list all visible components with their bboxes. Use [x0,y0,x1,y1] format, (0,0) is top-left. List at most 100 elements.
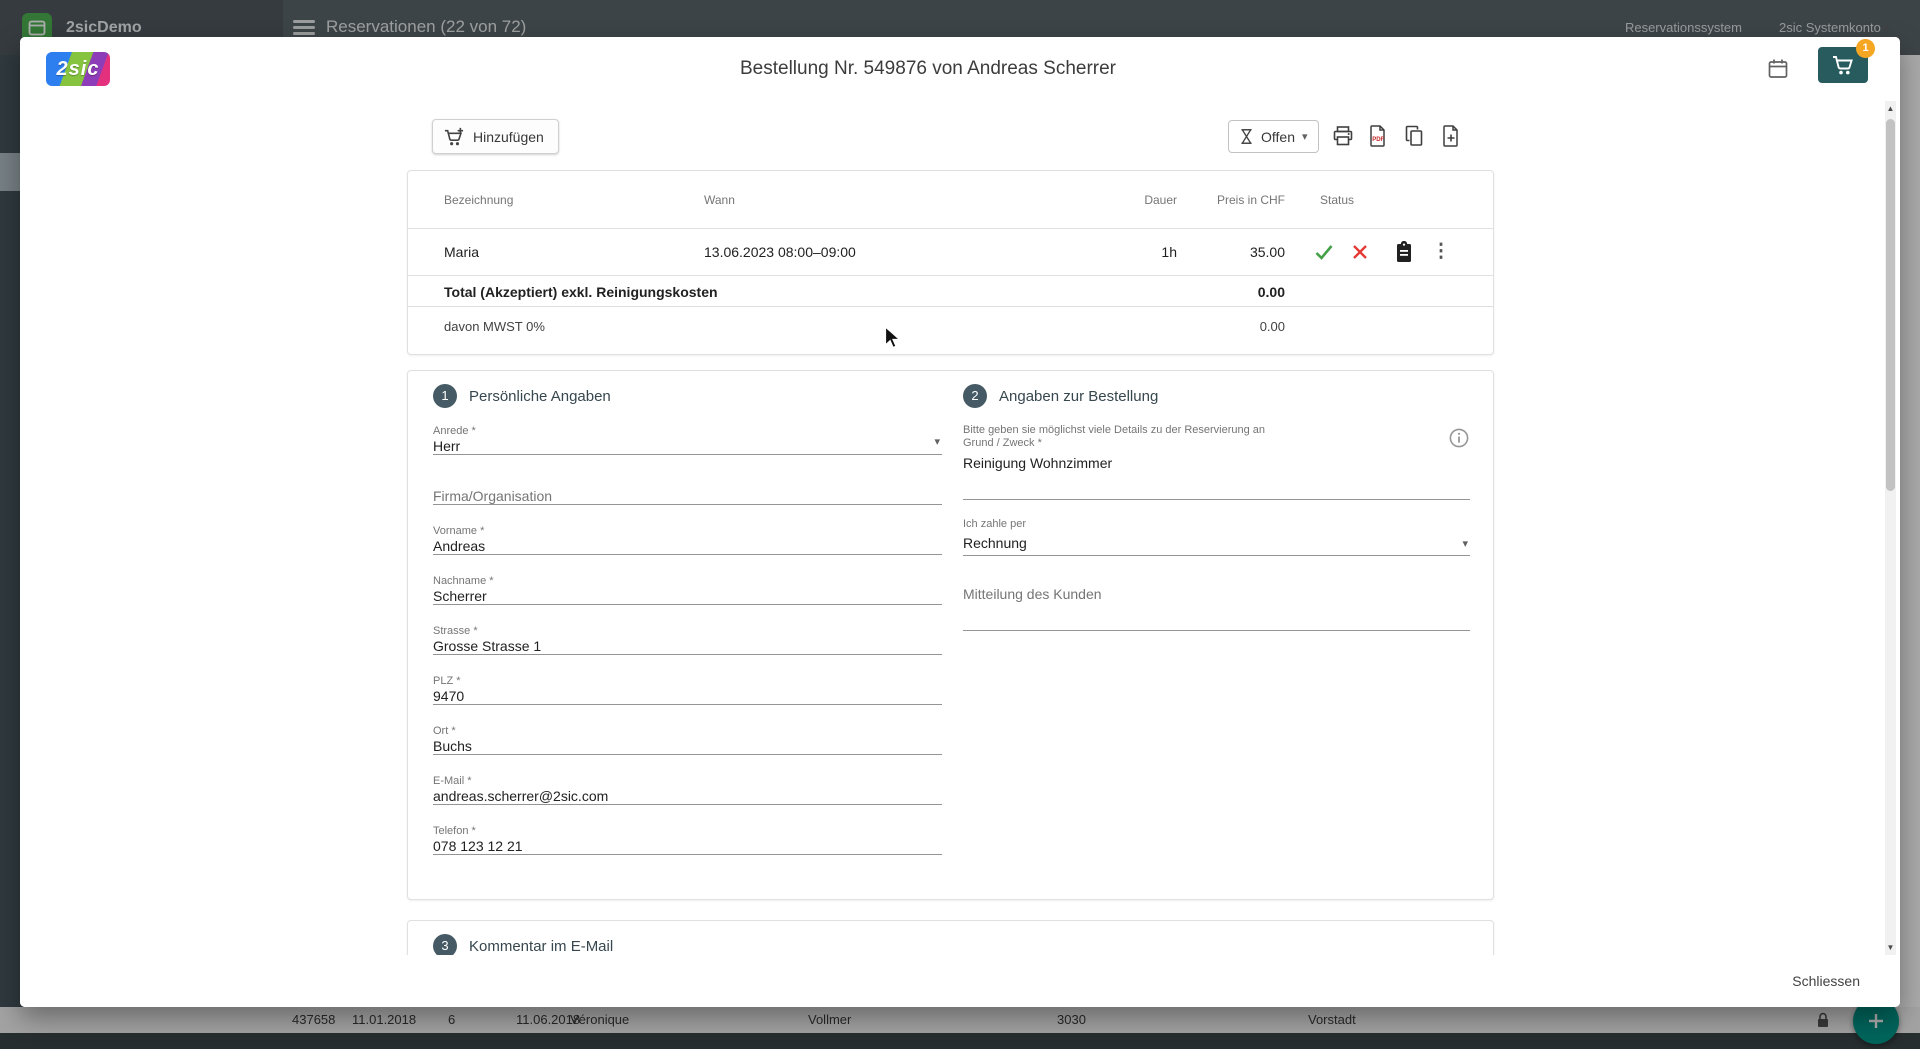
printer-icon [1331,124,1355,148]
vat-label: davon MWST 0% [444,307,545,347]
order-dialog: 2sic Bestellung Nr. 549876 von Andreas S… [20,37,1900,1007]
cell-wann: 13.06.2023 08:00–09:00 [704,229,856,275]
purpose-underline [963,499,1470,500]
field-value: andreas.scherrer@2sic.com [433,787,942,805]
pdf-button[interactable]: PDF [1361,119,1395,153]
scrollbar[interactable]: ▲ ▼ [1885,101,1896,955]
svg-text:PDF: PDF [1372,137,1384,143]
pay-select[interactable]: Rechnung [963,535,1027,551]
accept-icon[interactable] [1312,240,1336,264]
section-number-badge: 3 [433,934,457,955]
field-label: Telefon * [433,825,942,837]
pay-underline [963,555,1470,556]
pdf-icon: PDF [1366,124,1390,148]
cell-bezeichnung: Maria [444,229,479,275]
print-button[interactable] [1326,119,1360,153]
scroll-down-icon[interactable]: ▼ [1885,943,1896,952]
cart-button[interactable]: 1 [1818,47,1868,83]
field-value: 078 123 12 21 [433,837,942,855]
section-title: Kommentar im E-Mail [469,938,613,955]
section-title: Persönliche Angaben [469,388,611,405]
field-label: Ort * [433,725,942,737]
screen: 2sicDemo Reservationen (22 von 72) Reser… [0,0,1920,1049]
order-details-fields: Bitte geben sie möglichst viele Details … [963,371,1470,901]
add-item-button[interactable]: Hinzufügen [432,119,559,154]
cart-badge: 1 [1856,39,1875,58]
cell-preis: 35.00 [1250,229,1285,275]
status-dropdown[interactable]: Offen ▾ [1228,120,1319,153]
section-number-badge: 1 [433,384,457,408]
field-value: Buchs [433,737,942,755]
field-value: Herr [433,437,942,455]
vat-row: davon MWST 0% 0.00 [408,307,1493,355]
field-value: Scherrer [433,587,942,605]
header-status: Status [1320,171,1354,229]
dialog-title: Bestellung Nr. 549876 von Andreas Scherr… [20,37,1900,101]
comment-card: 3 Kommentar im E-Mail [407,920,1494,955]
email-field[interactable]: E-Mail * andreas.scherrer@2sic.com [433,775,942,805]
table-row: Maria 13.06.2023 08:00–09:00 1h 35.00 ⋮ [408,229,1493,275]
header-bezeichnung: Bezeichnung [444,171,513,229]
scrollbar-thumb[interactable] [1886,119,1895,491]
purpose-hint: Bitte geben sie möglichst viele Details … [963,424,1403,450]
section-personal-header: 1 Persönliche Angaben [433,384,611,408]
message-underline [963,630,1470,631]
firma-field[interactable]: Firma/Organisation [433,475,942,505]
header-wann: Wann [704,171,735,229]
scroll-up-icon[interactable]: ▲ [1885,104,1896,113]
strasse-field[interactable]: Strasse * Grosse Strasse 1 [433,625,942,655]
telefon-field[interactable]: Telefon * 078 123 12 21 [433,825,942,855]
ort-field[interactable]: Ort * Buchs [433,725,942,755]
info-icon[interactable] [1448,427,1470,449]
cell-dauer: 1h [1161,229,1177,275]
field-label: PLZ * [433,675,942,687]
header-preis: Preis in CHF [1217,171,1285,229]
purpose-input[interactable]: Reinigung Wohnzimmer [963,455,1112,471]
table-header: Bezeichnung Wann Dauer Preis in CHF Stat… [408,171,1493,229]
field-placeholder: Firma/Organisation [433,487,942,505]
clipboard-icon[interactable] [1392,240,1416,264]
personal-fields: Anrede * Herr ▾ Firma/Organisation Vorna… [433,425,942,875]
total-value: 0.00 [1258,276,1285,308]
details-card: 1 Persönliche Angaben Anrede * Herr ▾ Fi… [407,370,1494,900]
total-row: Total (Akzeptiert) exkl. Reinigungskoste… [408,275,1493,307]
header-dauer: Dauer [1144,171,1177,229]
chevron-down-icon[interactable]: ▾ [1462,537,1468,550]
hourglass-icon [1239,128,1254,145]
dialog-content: Hinzufügen Offen ▾ PDF Beze [20,101,1900,955]
more-menu-icon[interactable]: ⋮ [1429,240,1453,264]
field-label: Vorname * [433,525,942,537]
field-label [433,475,942,487]
nachname-field[interactable]: Nachname * Scherrer [433,575,942,605]
field-value: 9470 [433,687,942,705]
field-label: Anrede * [433,425,942,437]
purpose-hint-line1: Bitte geben sie möglichst viele Details … [963,424,1403,437]
vat-value: 0.00 [1260,307,1285,347]
reject-icon[interactable] [1348,240,1372,264]
copy-icon [1402,124,1426,148]
dialog-footer: Schliessen [20,955,1900,1007]
mouse-cursor [884,326,906,350]
field-label: Nachname * [433,575,942,587]
message-input[interactable]: Mitteilung des Kunden [963,586,1102,602]
total-label: Total (Akzeptiert) exkl. Reinigungskoste… [444,276,718,308]
close-button[interactable]: Schliessen [1780,965,1872,997]
field-value: Grosse Strasse 1 [433,637,942,655]
add-document-button[interactable] [1434,119,1468,153]
chevron-down-icon[interactable]: ▾ [934,435,940,448]
cart-plus-icon [443,127,465,147]
chevron-down-icon: ▾ [1302,130,1308,143]
order-items-card: Bezeichnung Wann Dauer Preis in CHF Stat… [407,170,1494,355]
plz-field[interactable]: PLZ * 9470 [433,675,942,705]
section-comment-header: 3 Kommentar im E-Mail [433,934,613,955]
field-label: Strasse * [433,625,942,637]
anrede-select[interactable]: Anrede * Herr ▾ [433,425,942,455]
copy-button[interactable] [1397,119,1431,153]
field-value: Andreas [433,537,942,555]
status-label: Offen [1261,129,1295,145]
dialog-header: 2sic Bestellung Nr. 549876 von Andreas S… [20,37,1900,101]
note-add-icon [1439,124,1463,148]
vorname-field[interactable]: Vorname * Andreas [433,525,942,555]
pay-label: Ich zahle per [963,518,1026,530]
calendar-icon[interactable] [1766,57,1790,81]
